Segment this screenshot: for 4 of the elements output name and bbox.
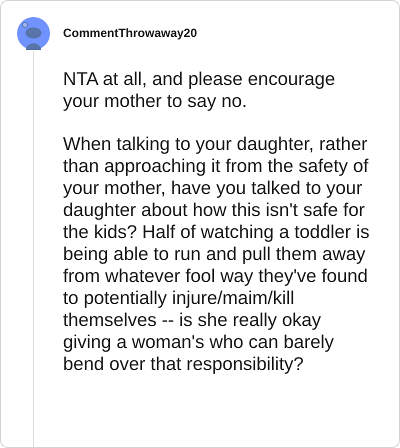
avatar-icon (17, 17, 50, 50)
comment-text: NTA at all, and please encourage your mother to say no. (63, 68, 336, 112)
comment-text: When talking to your daughter, rather than approaching it from the safety of your mother, have you talked to your daughter about how this isn't safe for the kids? Half of watching a toddler is being able to run and pull them away from whatever fool way they've found to potentially injure/maim/kill themselves -- is she really okay giving a woman's who can barely bend over that responsibility? (63, 133, 370, 375)
username[interactable]: CommentThrowaway20 (63, 26, 385, 40)
